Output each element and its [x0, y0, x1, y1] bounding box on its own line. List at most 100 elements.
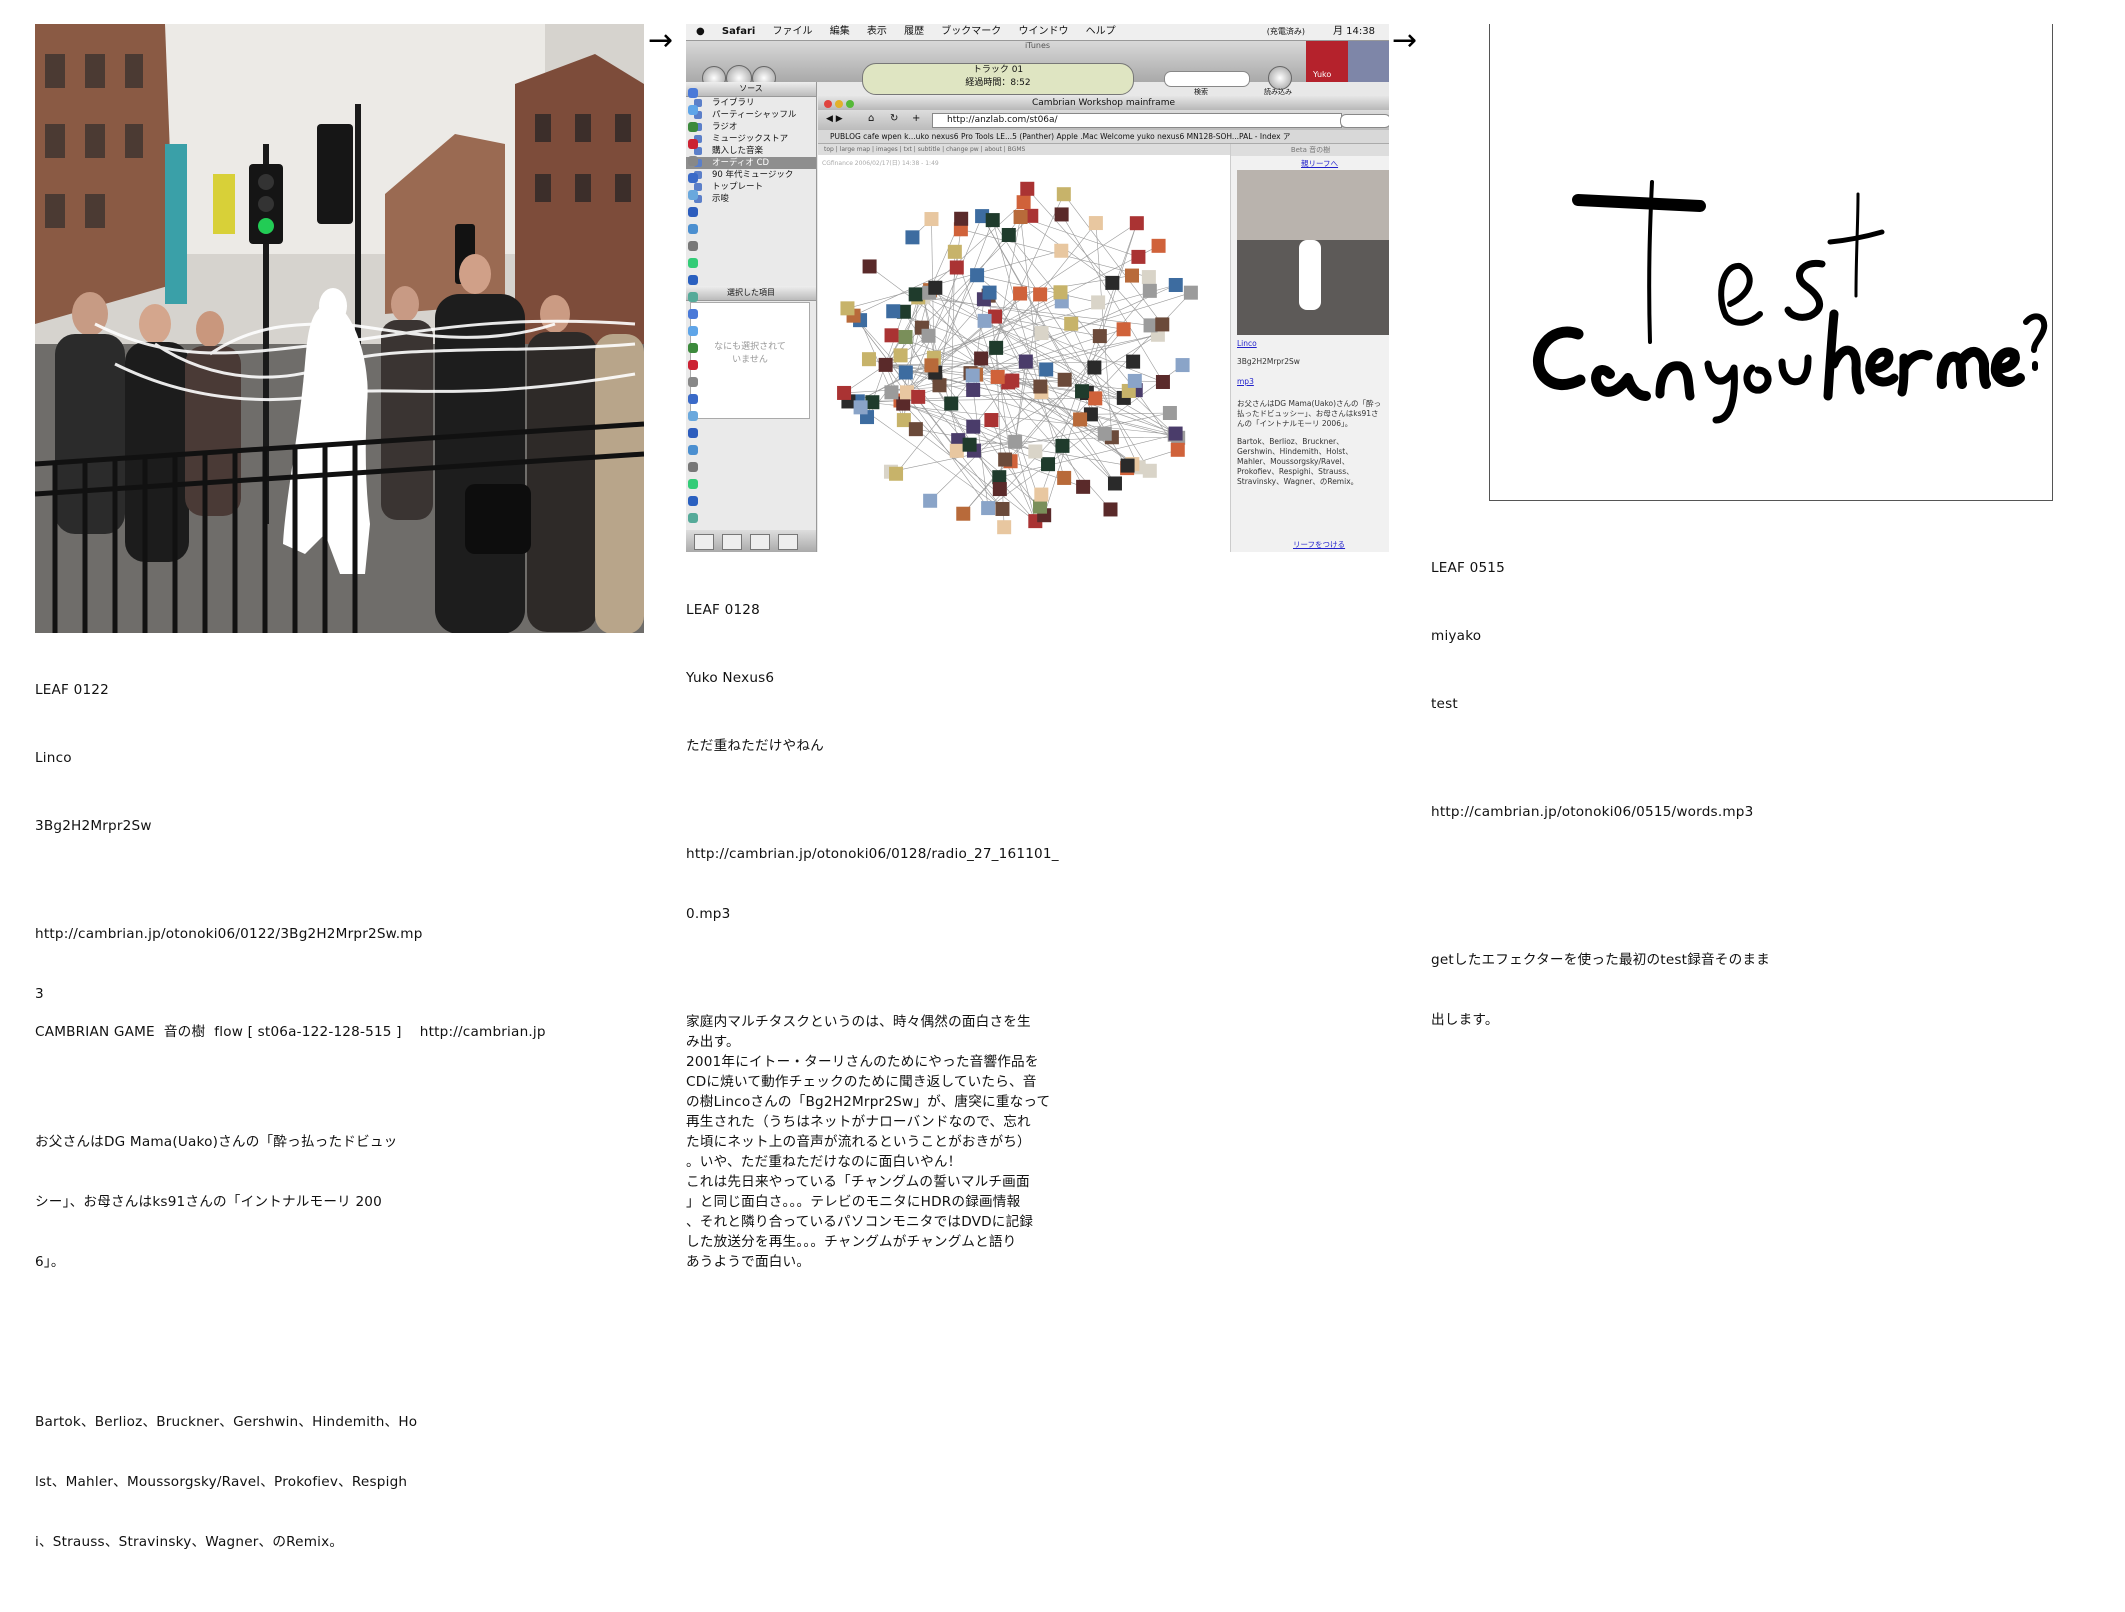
leaf-thumbnail: [1237, 170, 1389, 335]
dock-app-icon: [688, 360, 698, 370]
dock-app-icon: [688, 411, 698, 421]
source-item: トップレート: [686, 181, 816, 193]
desc-line: 、それと隣り合っているパソコンモニタではDVDに記録: [686, 1212, 1136, 1232]
leaf-title: 3Bg2H2Mrpr2Sw: [35, 816, 475, 836]
dock-app-icon: [688, 139, 698, 149]
leaf-thumbnail-node: [1055, 439, 1069, 453]
author-link: Linco: [1237, 339, 1384, 349]
page-footer: CAMBRIAN GAME 音の樹 flow [ st06a-122-128-5…: [35, 1022, 546, 1042]
dock-app-icon: [688, 190, 698, 200]
itunes-lcd: トラック 01 経過時間：8:52: [862, 63, 1134, 95]
leaf-thumbnail-node: [1057, 471, 1071, 485]
leaf-thumbnail-node: [899, 366, 913, 380]
leaf-thumbnail-node: [974, 352, 988, 366]
leaf-thumbnail-node: [1035, 326, 1049, 340]
eject-label: Yuko: [1313, 70, 1331, 79]
leaf-thumbnail-node: [885, 328, 899, 342]
dock-app-icon: [688, 462, 698, 472]
desc-line: あうようで面白い。: [686, 1252, 1136, 1272]
leaf-thumbnail-node: [884, 385, 898, 399]
dock-app-icon: [688, 173, 698, 183]
leaf-thumbnail-node: [862, 352, 876, 366]
battery-status: (充電済み): [1267, 24, 1305, 40]
leaf-thumbnail-node: [886, 304, 900, 318]
leaf-thumbnail-node: [894, 348, 908, 362]
address-bar: http://anzlab.com/st06a/: [932, 113, 1342, 128]
leaf-thumbnail-node: [1041, 457, 1055, 471]
leaf-thumbnail-node: [924, 212, 938, 226]
desc-line: 6」。: [35, 1252, 475, 1272]
parent-leaf-link: 親リーフへ: [1301, 159, 1338, 169]
itunes-source-list: ソース ライブラリパーティーシャッフルラジオミュージックストア購入した音楽オーデ…: [686, 82, 817, 552]
leaf-thumbnail-node: [981, 501, 995, 515]
desc-line: Bartok、Berlioz、Bruckner、Gershwin、Hindemi…: [35, 1412, 475, 1432]
leaf-author: miyako: [1431, 626, 1851, 646]
leaf-thumbnail-node: [1087, 361, 1101, 375]
leaf-thumbnail-node: [950, 444, 964, 458]
url-line[interactable]: 3: [35, 984, 475, 1004]
leaf-thumbnail-node: [928, 281, 942, 295]
leaf-thumbnail-node: [966, 420, 980, 434]
zoom-icon: [846, 100, 854, 108]
desc-line: した放送分を再生。。。チャングムがチャングムと語り: [686, 1232, 1136, 1252]
leaf-thumbnail-node: [1028, 444, 1042, 458]
dock-app-icon: [688, 479, 698, 489]
leaf-thumbnail-node: [889, 467, 903, 481]
leaf-url[interactable]: http://cambrian.jp/otonoki06/0122/3Bg2H2…: [35, 884, 475, 1044]
leaf-thumbnail-node: [997, 520, 1011, 534]
leaf-author: Yuko Nexus6: [686, 668, 1136, 688]
menu-item: ブックマーク: [941, 26, 1001, 37]
leaf-thumbnail-node: [1088, 391, 1102, 405]
itunes-search-field: [1164, 71, 1250, 87]
leaf-thumbnail-node: [1142, 270, 1156, 284]
leaf-thumbnail-node: [1128, 374, 1142, 388]
leaf-thumbnail-node: [899, 330, 913, 344]
leaf-id: LEAF 0122: [35, 680, 475, 700]
url-line[interactable]: http://cambrian.jp/otonoki06/0122/3Bg2H2…: [35, 924, 475, 944]
safari-toolbar: ◀ ▶ ⌂ ↻ + http://anzlab.com/st06a/: [818, 110, 1389, 130]
leaf-thumbnail-node: [909, 422, 923, 436]
menu-item: ヘルプ: [1086, 26, 1116, 37]
leaf-thumbnail-node: [963, 438, 977, 452]
tree-edge: [1091, 413, 1170, 414]
dock-app-icon: [688, 445, 698, 455]
tree-edge: [861, 407, 1003, 509]
leaf-thumbnail-node: [923, 494, 937, 508]
leaf-thumbnail-node: [1121, 459, 1135, 473]
source-item: 購入した音楽: [686, 145, 816, 157]
artwork-icon: [778, 534, 798, 550]
leaf-url[interactable]: http://cambrian.jp/otonoki06/0515/words.…: [1431, 762, 1851, 862]
desc-line: CDに焼いて動作チェックのために聞き返していたら、音: [686, 1072, 1136, 1092]
leaf-title: ただ重ねただけやねん: [686, 736, 1136, 756]
url-line[interactable]: http://cambrian.jp/otonoki06/0515/words.…: [1431, 802, 1851, 822]
source-item: ミュージックストア: [686, 133, 816, 145]
handwritten-test-drawing: [1490, 24, 2052, 500]
desc-line: i、Strauss、Stravinsky、Wagner、のRemix。: [35, 1532, 475, 1552]
url-line[interactable]: 0.mp3: [686, 904, 1136, 924]
leaf-description: 家庭内マルチタスクというのは、時々偶然の面白さを生み出す。2001年にイトー・タ…: [686, 1012, 1136, 1272]
leaf-thumbnail-node: [1156, 375, 1170, 389]
desc-line: 2001年にイトー・ターリさんのためにやった音響作品を: [686, 1052, 1136, 1072]
source-item: パーティーシャッフル: [686, 109, 816, 121]
dock-app-icon: [688, 224, 698, 234]
menu-item: Safari: [722, 26, 755, 37]
leaf-thumbnail-node: [1064, 317, 1078, 331]
leaf-url[interactable]: http://cambrian.jp/otonoki06/0128/radio_…: [686, 804, 1136, 964]
mac-menubar: ● Safari ファイル 編集 表示 履歴 ブックマーク ウインドウ ヘルプ …: [686, 24, 1389, 41]
leaf-name: 3Bg2H2Mrpr2Sw: [1237, 357, 1384, 367]
url-line[interactable]: http://cambrian.jp/otonoki06/0128/radio_…: [686, 844, 1136, 864]
leaf-thumbnail-node: [1017, 195, 1031, 209]
leaf-thumbnail-node: [1152, 239, 1166, 253]
leaf-description: お父さんはDG Mama(Uako)さんの「酔っ払ったドビュッ シー」、お母さん…: [35, 1092, 475, 1312]
artwork-empty-line: いません: [691, 352, 809, 365]
source-item: 示唆: [686, 193, 816, 205]
artwork-empty-line: なにも選択されて: [691, 339, 809, 352]
leaf-thumbnail-node: [998, 453, 1012, 467]
menu-item: 履歴: [904, 26, 924, 37]
mp3-link: mp3: [1237, 377, 1384, 387]
leaf-thumbnail-node: [932, 378, 946, 392]
desc-line: の樹Lincoさんの「Bg2H2Mrpr2Sw」が、唐突に重なって: [686, 1092, 1136, 1112]
desc-line: 家庭内マルチタスクというのは、時々偶然の面白さを生: [686, 1012, 1136, 1032]
leaf-0122-photo: [35, 24, 644, 633]
desc-line: お父さんはDG Mama(Uako)さんの「酔っ払ったドビュッ: [35, 1132, 475, 1152]
